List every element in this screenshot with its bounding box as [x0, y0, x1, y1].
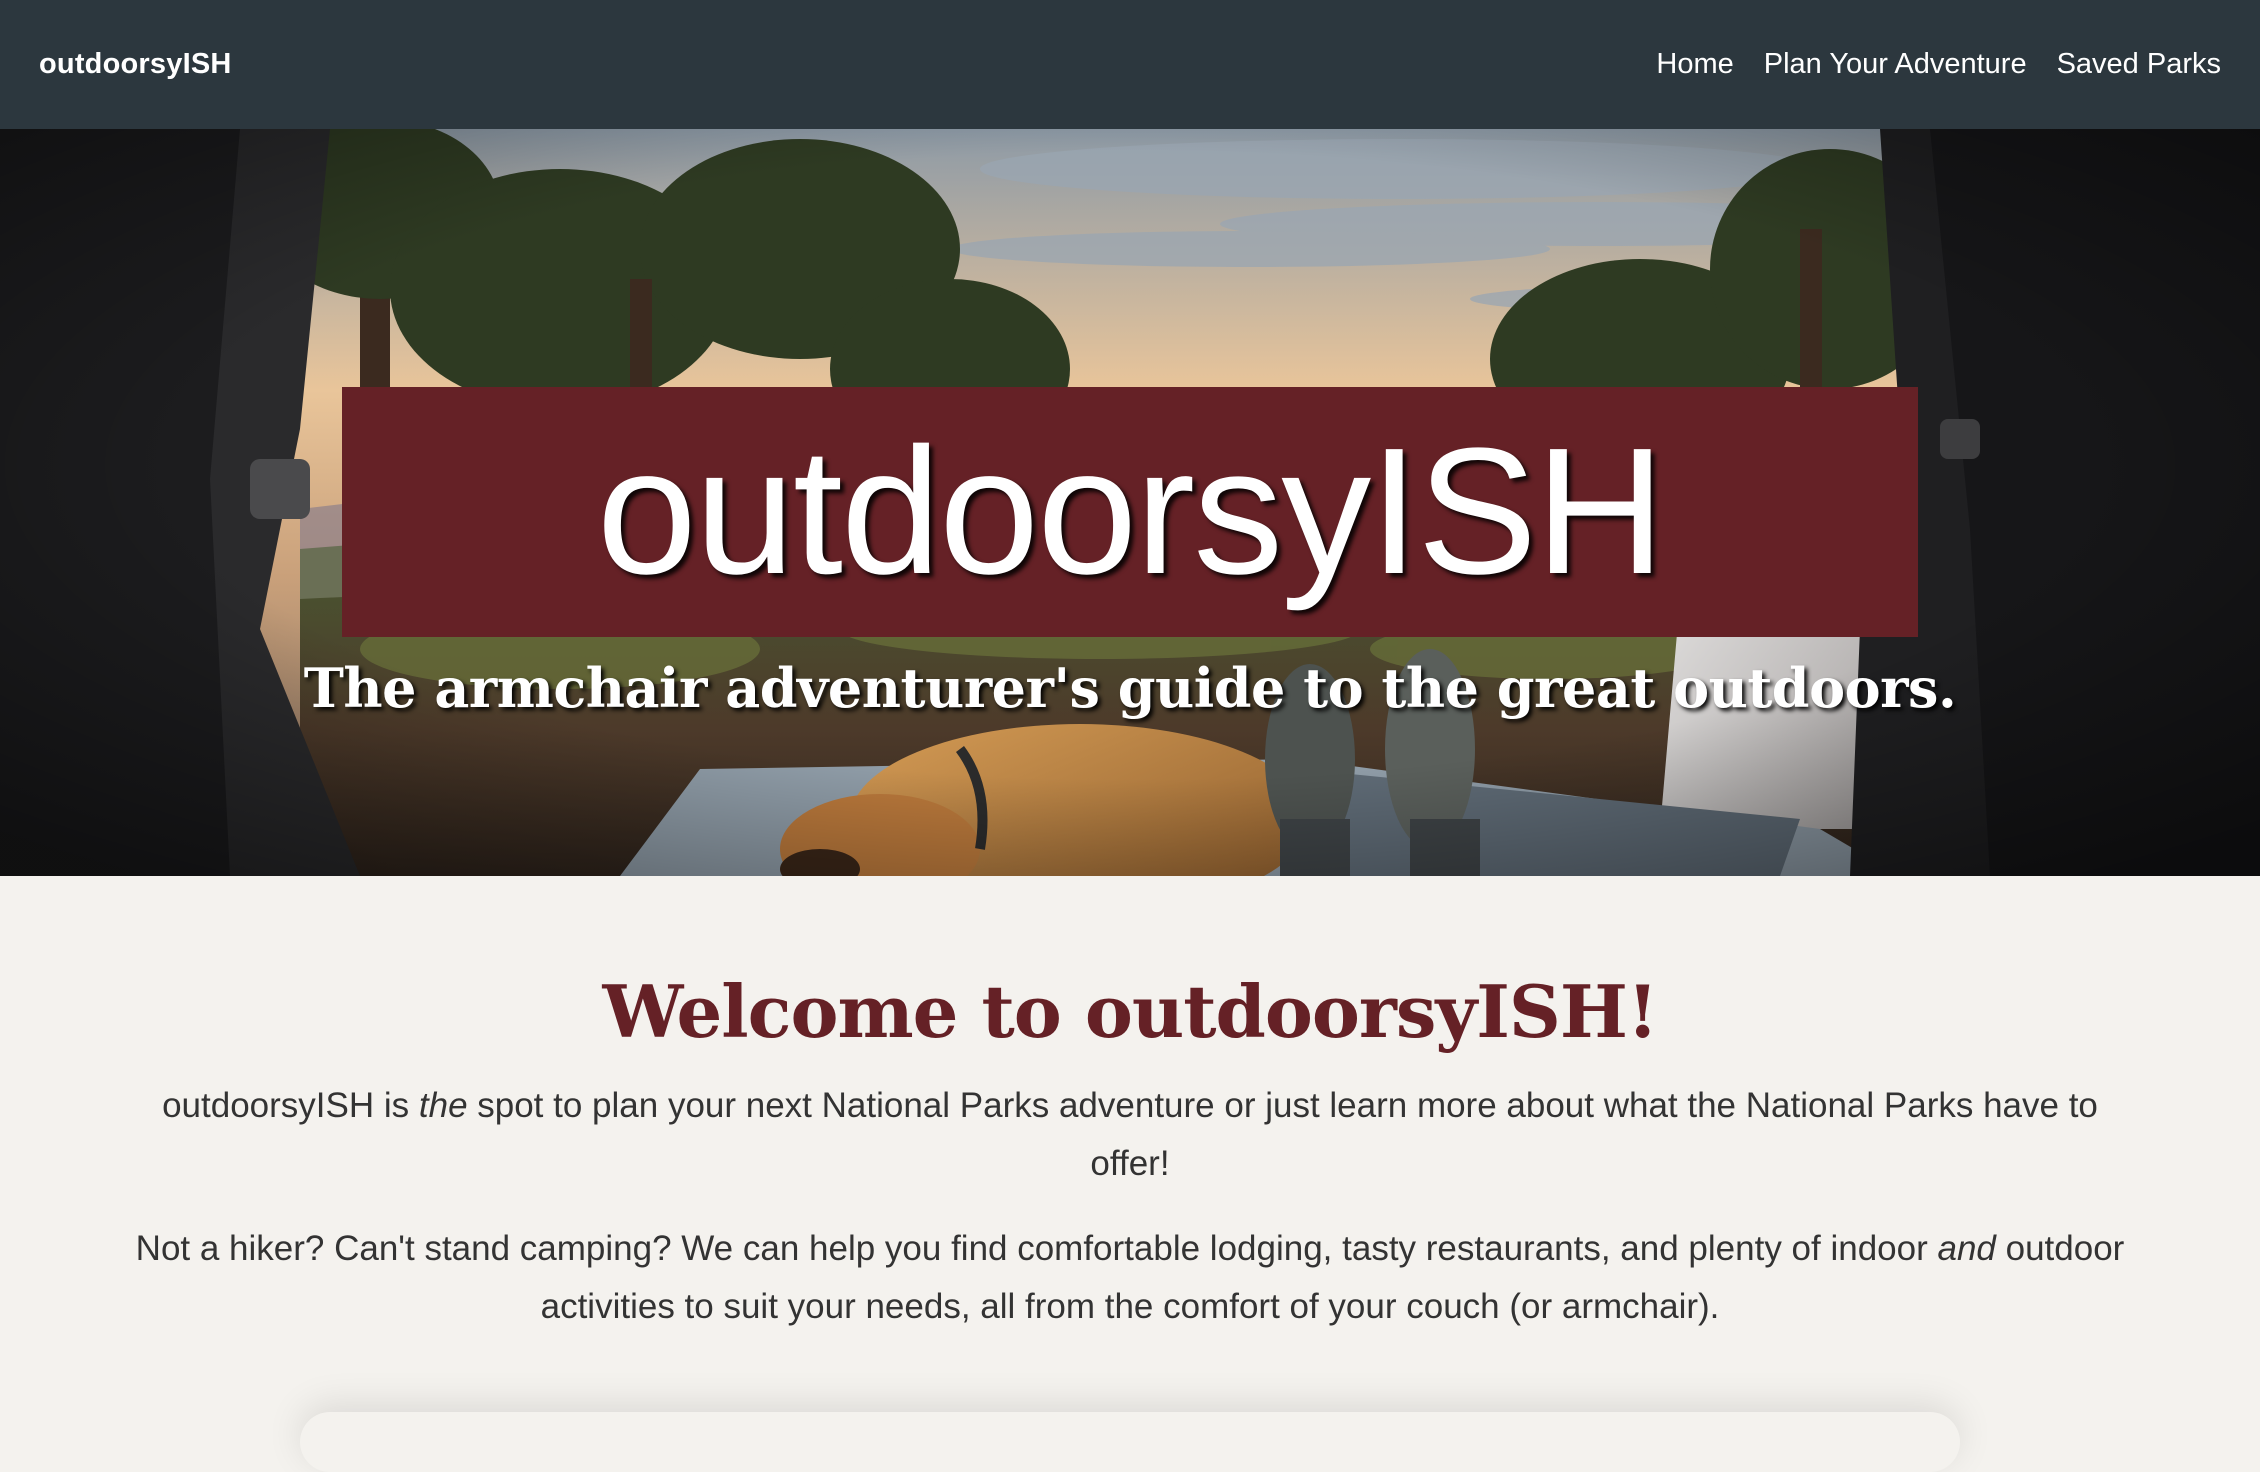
- p1-text-before: outdoorsyISH is: [162, 1086, 419, 1125]
- p2-text-before: Not a hiker? Can't stand camping? We can…: [135, 1229, 1938, 1268]
- hero-title-box: outdoorsyISH: [342, 387, 1918, 637]
- nav-link-saved-parks[interactable]: Saved Parks: [2057, 48, 2221, 81]
- hero-banner: outdoorsyISH The armchair adventurer's g…: [0, 129, 2260, 876]
- p1-emphasis: the: [418, 1086, 468, 1125]
- nav-link-home[interactable]: Home: [1656, 48, 1733, 81]
- hero-title: outdoorsyISH: [596, 411, 1666, 612]
- nav-link-plan-your-adventure[interactable]: Plan Your Adventure: [1764, 48, 2027, 81]
- content-card-top-edge: [300, 1412, 1960, 1472]
- brand-link[interactable]: outdoorsyISH: [39, 48, 232, 81]
- p1-text-after: spot to plan your next National Parks ad…: [467, 1086, 2098, 1183]
- navbar: outdoorsyISH Home Plan Your Adventure Sa…: [0, 0, 2260, 129]
- nav-links: Home Plan Your Adventure Saved Parks: [1656, 48, 2221, 81]
- hero-tagline: The armchair adventurer's guide to the g…: [303, 656, 1957, 720]
- p2-emphasis: and: [1937, 1229, 1996, 1268]
- welcome-heading: Welcome to outdoorsyISH!: [602, 969, 1658, 1054]
- welcome-paragraph-1: outdoorsyISH is the spot to plan your ne…: [120, 1077, 2140, 1193]
- welcome-paragraph-2: Not a hiker? Can't stand camping? We can…: [120, 1220, 2140, 1336]
